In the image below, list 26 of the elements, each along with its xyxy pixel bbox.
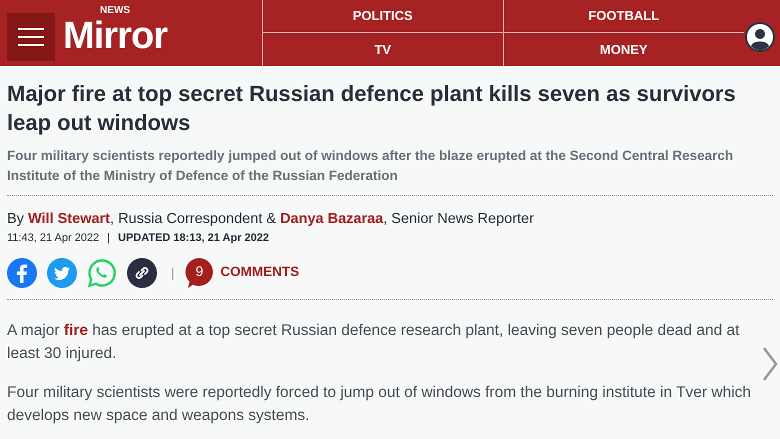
article-paragraph: A major fire has erupted at a top secret Russian defence research plant, leaving seven people dead and at least 30 injured. <box>7 320 740 364</box>
nav-link[interactable]: TV <box>263 33 504 66</box>
share-separator: | <box>171 264 174 282</box>
author-link[interactable]: Danya Bazaraa <box>280 211 384 227</box>
twitter-icon[interactable] <box>47 258 77 288</box>
publish-date: 11:43, 21 Apr 2022 <box>7 231 100 246</box>
article-paragraph: Four military scientists were reportedly forced to jump out of windows from the burning institute in Tver which develops new space and weapons systems. <box>7 382 752 426</box>
updated-date: UPDATED 18:13, 21 Apr 2022 <box>118 231 270 246</box>
menu-icon <box>17 27 45 47</box>
logo[interactable]: Mirror <box>63 16 168 56</box>
comments-link[interactable]: 9 COMMENTS <box>184 256 300 288</box>
link-icon[interactable] <box>127 258 157 288</box>
account-icon[interactable] <box>745 22 775 52</box>
menu-button[interactable] <box>7 13 55 61</box>
byline: By Will Stewart, Russia Correspondent & Danya Bazaraa, Senior News Reporter <box>7 210 535 229</box>
logo-kicker: NEWS <box>100 6 130 16</box>
nav-link[interactable]: POLITICS <box>263 0 504 33</box>
facebook-icon[interactable] <box>7 258 37 288</box>
fire-link[interactable]: fire <box>64 322 88 338</box>
nav-link[interactable]: MONEY <box>504 33 744 66</box>
speech-bubble-icon <box>184 256 214 288</box>
headline: Major fire at top secret Russian defence plant kills seven as survivors leap out windows <box>7 80 737 137</box>
standfirst: Four military scientists reportedly jumped out of windows after the blaze erupted at the Second Central Research Institute of the Ministry of Defence of the Russian Federation <box>7 147 734 185</box>
author-link[interactable]: Will Stewart <box>28 211 110 227</box>
date-separator: | <box>107 231 110 246</box>
nav-link[interactable]: FOOTBALL <box>504 0 744 33</box>
